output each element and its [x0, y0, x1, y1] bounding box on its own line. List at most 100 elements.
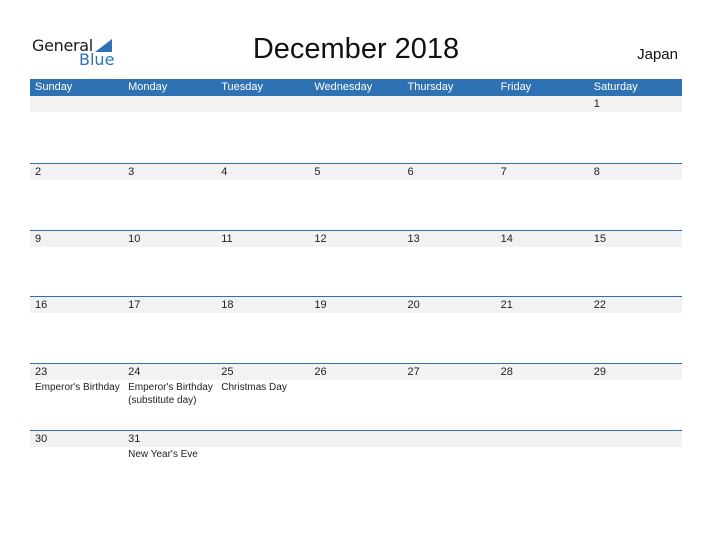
day-number: 23 — [35, 366, 48, 379]
day-number: 29 — [593, 366, 606, 379]
day-cell — [589, 431, 682, 461]
day-cell — [403, 96, 496, 112]
day-cell: 4 — [216, 164, 309, 180]
day-cell — [403, 431, 496, 461]
day-number: 31 — [128, 432, 141, 445]
day-number: 19 — [314, 299, 327, 312]
day-number: 9 — [35, 232, 42, 245]
day-number: 10 — [128, 232, 141, 245]
weeks: 1 2 3 4 5 6 7 8 9 10 11 12 13 14 15 16 17 18 19 20 21 22 23 Emp… — [30, 96, 682, 497]
day-cell: 20 — [403, 297, 496, 313]
week-row: 2 3 4 5 6 7 8 — [30, 162, 682, 230]
week-row: 30 31 New Year's Eve — [30, 429, 682, 497]
weekday-monday: Monday — [128, 81, 168, 93]
day-cell: 22 — [589, 297, 682, 313]
day-number: 17 — [128, 299, 141, 312]
weekday-tuesday: Tuesday — [221, 81, 264, 93]
week-row: 16 17 18 19 20 21 22 — [30, 296, 682, 363]
holiday-text: New Year's Eve — [128, 448, 198, 460]
day-number: 8 — [593, 165, 600, 178]
day-cell: 15 — [589, 231, 682, 247]
day-number — [408, 96, 496, 112]
weekday-friday: Friday — [500, 81, 532, 93]
day-cell: 16 — [30, 297, 123, 313]
day-number — [408, 431, 496, 447]
day-cell — [216, 431, 309, 461]
day-number: 28 — [500, 366, 513, 379]
day-cell: 7 — [496, 164, 589, 180]
day-number: 20 — [407, 299, 420, 312]
holiday-text: Emperor's Birthday — [35, 382, 120, 394]
day-number: 5 — [314, 165, 321, 178]
day-number: 14 — [500, 232, 513, 245]
day-cell: 23 Emperor's Birthday — [30, 364, 123, 407]
day-number — [501, 96, 589, 112]
holiday-event: Emperor's Birthday (substitute day) — [128, 381, 216, 407]
day-number: 16 — [35, 299, 48, 312]
calendar-grid: Sunday Monday Tuesday Wednesday Thursday Frid… — [30, 79, 682, 497]
day-number: 22 — [593, 299, 606, 312]
day-cell: 3 — [123, 164, 216, 180]
day-number — [314, 431, 402, 447]
day-cell — [496, 431, 589, 461]
day-cell: 5 — [309, 164, 402, 180]
day-cell: 19 — [309, 297, 402, 313]
holiday-event: Christmas Day — [221, 381, 309, 394]
day-cell: 18 — [216, 297, 309, 313]
week-row: 9 10 11 12 13 14 15 — [30, 229, 682, 297]
day-cell: 27 — [403, 364, 496, 407]
weekday-header: Sunday Monday Tuesday Wednesday Thursday Frid… — [30, 79, 682, 96]
week-row: 23 Emperor's Birthday 24 Emperor's Birthday… — [30, 363, 682, 430]
day-number: 15 — [593, 232, 606, 245]
day-cell: 2 — [30, 164, 123, 180]
day-cell: 26 — [309, 364, 402, 407]
day-number: 11 — [221, 232, 233, 245]
day-number: 1 — [593, 98, 600, 110]
holiday-event: New Year's Eve — [128, 448, 216, 461]
day-cell: 13 — [403, 231, 496, 247]
day-number: 2 — [35, 165, 42, 178]
day-number: 12 — [314, 232, 327, 245]
day-number — [221, 431, 309, 447]
day-cell: 17 — [123, 297, 216, 313]
day-cell: 1 — [589, 96, 682, 112]
day-cell: 31 New Year's Eve — [123, 431, 216, 461]
day-number: 18 — [221, 299, 234, 312]
week-row: 1 — [30, 96, 682, 163]
weekday-sunday: Sunday — [35, 81, 73, 93]
day-cell — [496, 96, 589, 112]
day-cell — [309, 96, 402, 112]
day-number — [314, 96, 402, 112]
day-cell: 29 — [589, 364, 682, 407]
day-number: 25 — [221, 366, 234, 379]
day-cell — [309, 431, 402, 461]
day-number — [594, 431, 682, 447]
country-label: Japan — [637, 46, 678, 63]
day-number: 4 — [221, 165, 228, 178]
day-cell: 6 — [403, 164, 496, 180]
day-cell: 11 — [216, 231, 309, 247]
holiday-text: Christmas Day — [221, 382, 287, 394]
day-number: 7 — [500, 165, 507, 178]
day-cell: 14 — [496, 231, 589, 247]
holiday-text: (substitute day) — [128, 395, 197, 407]
day-number: 26 — [314, 366, 327, 379]
day-number: 13 — [407, 232, 420, 245]
holiday-event: Emperor's Birthday — [35, 381, 123, 394]
holiday-text: Emperor's Birthday — [128, 382, 213, 394]
page-title: December 2018 — [252, 33, 460, 65]
day-cell: 25 Christmas Day — [216, 364, 309, 407]
day-number — [128, 96, 216, 112]
day-number: 6 — [407, 165, 414, 178]
day-number: 21 — [500, 299, 513, 312]
day-cell: 10 — [123, 231, 216, 247]
day-number: 30 — [35, 432, 48, 445]
weekday-wednesday: Wednesday — [314, 81, 373, 93]
day-cell: 30 — [30, 431, 123, 461]
day-cell: 9 — [30, 231, 123, 247]
day-number: 24 — [128, 366, 141, 379]
day-cell — [123, 96, 216, 112]
day-cell: 12 — [309, 231, 402, 247]
day-cell: 24 Emperor's Birthday (substitute day) — [123, 364, 216, 407]
day-number — [221, 96, 309, 112]
